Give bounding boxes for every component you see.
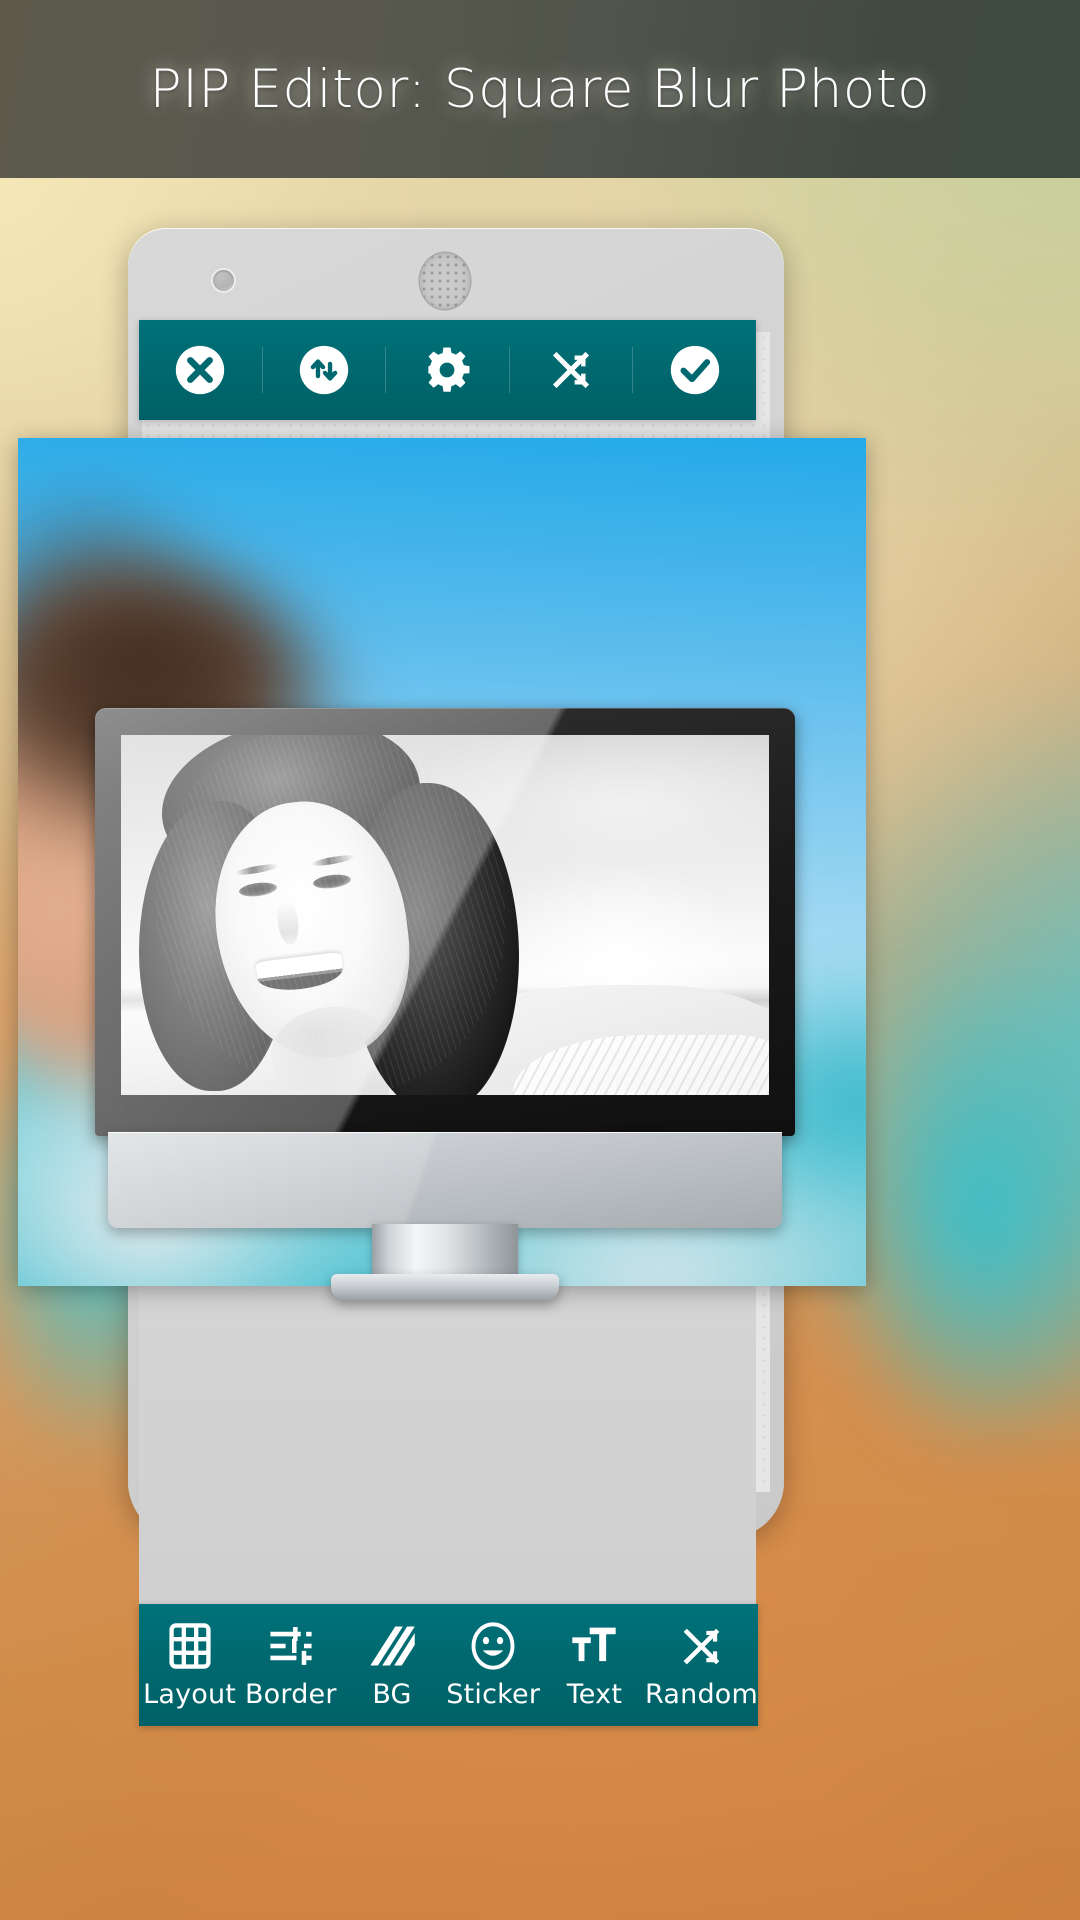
text-size-icon — [572, 1627, 617, 1662]
earpiece-speaker-icon — [420, 253, 470, 309]
front-camera-icon — [213, 270, 234, 291]
tool-random-label: Random — [645, 1679, 758, 1710]
smiley-icon — [471, 1622, 515, 1670]
shuffle-icon — [552, 351, 590, 389]
monitor-stand-base — [331, 1274, 559, 1300]
tool-sticker-label: Sticker — [446, 1679, 541, 1710]
sliders-icon — [270, 1627, 312, 1665]
shuffle-button[interactable] — [510, 320, 633, 420]
tool-border-label: Border — [244, 1679, 337, 1710]
gear-icon — [428, 347, 470, 392]
top-toolbar — [139, 320, 756, 420]
grid-icon — [169, 1623, 211, 1669]
monitor-chin-highlight — [108, 1132, 782, 1228]
app-header: PIP Editor: Square Blur Photo — [0, 0, 1080, 178]
tool-random[interactable]: Random — [645, 1604, 758, 1726]
shuffle-icon — [683, 1628, 719, 1665]
tool-layout-label: Layout — [143, 1679, 237, 1710]
tool-text[interactable]: Text — [544, 1604, 645, 1726]
page-title: PIP Editor: Square Blur Photo — [149, 58, 931, 120]
tool-bg-label: BG — [372, 1679, 412, 1710]
tool-border[interactable]: Border — [240, 1604, 341, 1726]
tool-sticker[interactable]: Sticker — [443, 1604, 544, 1726]
inner-photo — [121, 735, 769, 1095]
tool-text-label: Text — [566, 1679, 623, 1710]
monitor-screen — [121, 735, 769, 1095]
phone-lower-body — [139, 1286, 756, 1606]
tool-bg[interactable]: BG — [341, 1604, 442, 1726]
bottom-toolbar: Layout Border BG Sticker Text Random — [139, 1604, 758, 1726]
close-button[interactable] — [139, 320, 262, 420]
diagonal-stripes-icon — [370, 1626, 415, 1666]
tool-layout[interactable]: Layout — [139, 1604, 240, 1726]
monitor-frame-sticker[interactable] — [95, 708, 795, 1300]
check-circle-icon — [670, 345, 719, 395]
close-circle-icon — [176, 345, 225, 395]
swap-button[interactable] — [263, 320, 386, 420]
monitor-chin — [108, 1132, 782, 1228]
monitor-bezel — [95, 708, 795, 1136]
confirm-button[interactable] — [633, 320, 756, 420]
settings-button[interactable] — [386, 320, 509, 420]
swap-vertical-circle-icon — [299, 345, 349, 395]
